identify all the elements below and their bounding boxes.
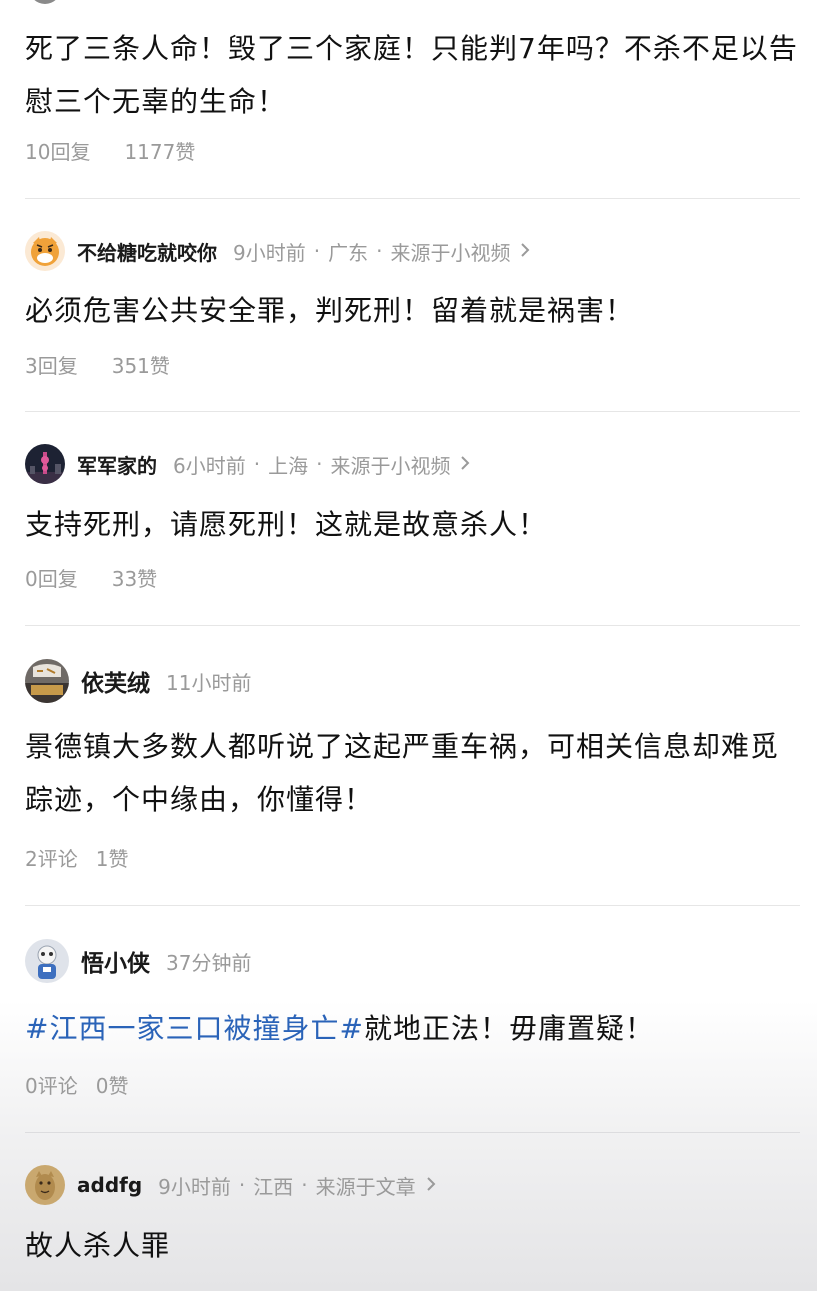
reply-count[interactable]: 10回复 xyxy=(25,140,90,164)
divider xyxy=(25,1132,800,1133)
username[interactable]: 悟小侠 xyxy=(81,944,150,978)
comment-stats: 3回复 351赞 xyxy=(25,350,170,379)
timestamp: 9小时前 xyxy=(158,1174,231,1199)
chevron-right-icon[interactable] xyxy=(460,452,470,476)
timestamp: 11小时前 xyxy=(166,670,252,695)
comment-body: 就地正法！毋庸置疑！ xyxy=(363,1012,654,1045)
divider xyxy=(25,411,800,412)
reply-count[interactable]: 3回复 xyxy=(25,354,78,378)
like-count[interactable]: 33赞 xyxy=(112,567,157,591)
comment-stats: 2评论 1赞 xyxy=(25,843,128,872)
comment-meta: 9小时前 · 江西 · 来源于文章 xyxy=(158,1171,436,1200)
username[interactable]: 军军家的 xyxy=(77,450,157,479)
comment-text: 死了三条人命！毁了三个家庭！只能判7年吗？不杀不足以告慰三个无辜的生命！ xyxy=(25,32,798,118)
comment-text: #江西一家三口被撞身亡#就地正法！毋庸置疑！ xyxy=(25,1002,800,1055)
divider xyxy=(25,198,800,199)
comment-meta: 11小时前 xyxy=(166,667,251,696)
hashtag-link[interactable]: #江西一家三口被撞身亡# xyxy=(25,1012,364,1045)
comment-text: 故人杀人罪 xyxy=(25,1229,171,1262)
comment-header: 依芙绒 11小时前 xyxy=(25,659,251,703)
username[interactable]: addfg xyxy=(77,1173,142,1197)
avatar[interactable] xyxy=(25,231,65,271)
comment-header: addfg 9小时前 · 江西 · 来源于文章 xyxy=(25,1165,436,1205)
comment-text: 景德镇大多数人都听说了这起严重车祸，可相关信息却难觅踪迹，个中缘由，你懂得！ xyxy=(25,730,780,816)
comment-count[interactable]: 2评论 xyxy=(25,847,78,871)
like-count[interactable]: 0赞 xyxy=(96,1074,129,1098)
comment-stats: 0回复 33赞 xyxy=(25,563,157,592)
timestamp: 6小时前 xyxy=(173,453,246,478)
avatar[interactable] xyxy=(25,659,69,703)
avatar[interactable] xyxy=(25,1165,65,1205)
timestamp: 9小时前 xyxy=(233,240,306,265)
username[interactable]: 依芙绒 xyxy=(81,664,150,698)
cropped-header xyxy=(25,0,585,6)
comment-text: 必须危害公共安全罪，判死刑！留着就是祸害！ xyxy=(25,294,635,327)
divider xyxy=(25,905,800,906)
comment-stats: 0评论 0赞 xyxy=(25,1070,128,1099)
like-count[interactable]: 1赞 xyxy=(96,847,129,871)
comment-count[interactable]: 0评论 xyxy=(25,1074,78,1098)
timestamp: 37分钟前 xyxy=(166,950,252,975)
source-link[interactable]: 来源于小视频 xyxy=(330,450,450,479)
like-count[interactable]: 351赞 xyxy=(112,354,170,378)
source-link[interactable]: 来源于文章 xyxy=(316,1171,416,1200)
comment-meta: 6小时前 · 上海 · 来源于小视频 xyxy=(173,450,470,479)
username[interactable]: 不给糖吃就咬你 xyxy=(77,237,217,266)
like-count[interactable]: 1177赞 xyxy=(124,140,195,164)
comment-meta: 9小时前 · 广东 · 来源于小视频 xyxy=(233,237,530,266)
avatar[interactable] xyxy=(25,939,69,983)
comment-stats: 10回复 1177赞 xyxy=(25,136,195,165)
divider xyxy=(25,625,800,626)
comment-header: 不给糖吃就咬你 9小时前 · 广东 · 来源于小视频 xyxy=(25,231,530,271)
chevron-right-icon[interactable] xyxy=(426,1173,436,1197)
comment-text: 支持死刑，请愿死刑！这就是故意杀人！ xyxy=(25,508,548,541)
chevron-right-icon[interactable] xyxy=(520,239,530,263)
reply-count[interactable]: 0回复 xyxy=(25,567,78,591)
avatar[interactable] xyxy=(25,444,65,484)
location: 广东 xyxy=(328,240,369,265)
source-link[interactable]: 来源于小视频 xyxy=(390,237,510,266)
location: 上海 xyxy=(268,453,309,478)
comment-feed: 死了三条人命！毁了三个家庭！只能判7年吗？不杀不足以告慰三个无辜的生命！ 10回… xyxy=(0,0,817,1291)
comment-header: 悟小侠 37分钟前 xyxy=(25,939,251,983)
location: 江西 xyxy=(253,1174,294,1199)
comment-meta: 37分钟前 xyxy=(166,947,251,976)
comment-header: 军军家的 6小时前 · 上海 · 来源于小视频 xyxy=(25,444,470,484)
